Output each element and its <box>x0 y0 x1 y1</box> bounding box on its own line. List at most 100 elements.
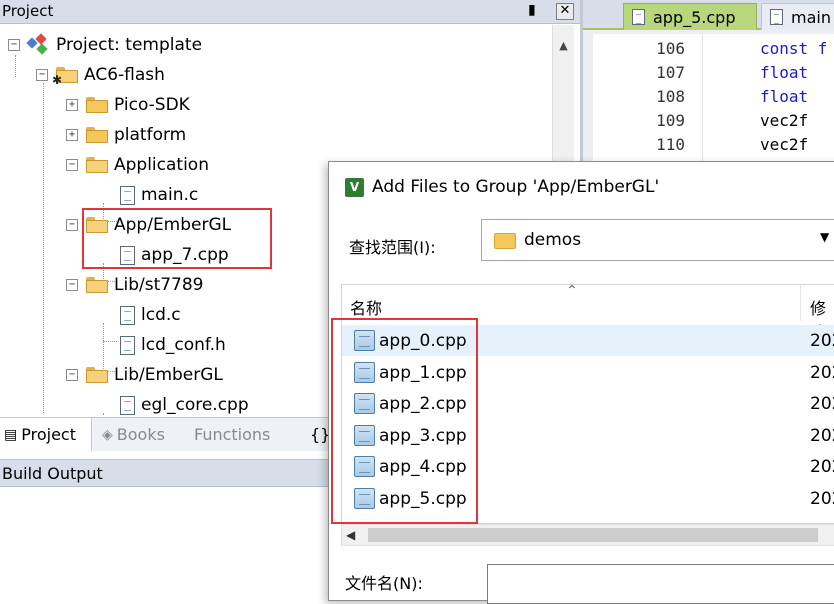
collapse-icon[interactable]: − <box>66 369 78 381</box>
tab-books[interactable]: ◈ Books <box>94 418 184 451</box>
close-pane-button[interactable]: ✕ <box>556 3 574 20</box>
tree-item-label: Application <box>114 155 209 175</box>
tree-item-label: lcd.c <box>141 305 181 325</box>
tab-templates[interactable]: {} <box>306 418 330 451</box>
code-line: float <box>760 87 809 106</box>
collapse-icon[interactable]: − <box>8 39 20 51</box>
build-output-title: Build Output <box>2 464 103 483</box>
scroll-up-arrow-icon[interactable]: ▲ <box>553 35 574 57</box>
tree-item-label: Lib/st7789 <box>114 275 204 295</box>
tree-item-label: main.c <box>141 185 199 205</box>
project-tab-icon: ▤ <box>4 426 18 443</box>
collapse-icon[interactable]: − <box>66 159 78 171</box>
scroll-left-arrow-icon[interactable]: ◀ <box>346 525 355 545</box>
line-number: 108 <box>656 87 685 106</box>
project-pane-title: Project <box>2 2 54 20</box>
editor-tab-label: main <box>791 7 831 27</box>
editor-tab-main[interactable]: main <box>761 3 834 30</box>
look-in-value: demos <box>524 230 582 250</box>
project-icon <box>26 33 50 55</box>
code-line: vec2f <box>760 111 809 130</box>
tab-functions[interactable]: Functions <box>188 418 304 451</box>
tab-label: Functions <box>194 425 271 444</box>
folder-icon <box>86 127 108 143</box>
file-icon <box>120 305 135 325</box>
tree-line <box>103 413 104 415</box>
tree-target[interactable]: − ✱ AC6-flash <box>36 61 165 89</box>
chevron-down-icon[interactable]: ▼ <box>820 230 829 244</box>
collapse-icon[interactable]: − <box>66 279 78 291</box>
tree-file-lcd-c[interactable]: lcd.c <box>120 301 181 329</box>
dialog-titlebar[interactable]: V Add Files to Group 'App/EmberGL' <box>329 162 834 214</box>
tree-item-label: lcd_conf.h <box>141 335 226 355</box>
tree-line <box>43 83 44 413</box>
file-date: 202 <box>810 456 834 477</box>
sort-ascending-icon: ⌃ <box>566 284 578 299</box>
project-bottom-tabs: ▤ Project ◈ Books Functions {} <box>0 417 330 451</box>
pin-icon[interactable]: ▮ <box>528 2 536 18</box>
horizontal-scrollbar[interactable]: ◀ <box>341 524 834 546</box>
line-number: 109 <box>656 111 685 130</box>
tree-item-label: egl_core.cpp <box>141 395 249 415</box>
annotation-highlight-box <box>82 208 272 269</box>
editor-tab-label: app_5.cpp <box>653 7 736 27</box>
open-folder-icon <box>86 367 108 383</box>
editor-tab-app-5-cpp[interactable]: app_5.cpp <box>623 3 757 30</box>
file-date: 202 <box>810 488 834 509</box>
tree-file-main-c[interactable]: main.c <box>120 181 198 209</box>
open-folder-icon <box>86 157 108 173</box>
code-line: float <box>760 63 809 82</box>
tree-root-project[interactable]: − Project: template <box>8 31 202 59</box>
line-number: 107 <box>656 63 685 82</box>
tree-item-label: platform <box>114 125 187 145</box>
tab-label: Books <box>116 425 165 444</box>
file-name-label: 文件名(N): <box>345 574 423 593</box>
file-icon <box>632 9 645 25</box>
file-icon <box>120 335 135 355</box>
project-pane-header: Project ▮ ✕ <box>0 0 580 24</box>
file-date: 202 <box>810 425 834 446</box>
line-number: 110 <box>656 135 685 154</box>
books-icon: ◈ <box>102 426 113 443</box>
tree-folder-pico-sdk[interactable]: + Pico-SDK <box>66 91 190 119</box>
dialog-title: Add Files to Group 'App/EmberGL' <box>372 177 660 197</box>
folder-icon <box>494 231 516 249</box>
keil-app-icon: V <box>345 178 364 197</box>
file-name-input[interactable] <box>487 564 834 604</box>
tree-file-egl-core-cpp[interactable]: egl_core.cpp <box>120 391 249 415</box>
tree-line <box>103 341 117 342</box>
open-folder-icon <box>86 277 108 293</box>
folder-icon <box>86 97 108 113</box>
tree-item-label: Pico-SDK <box>114 95 190 115</box>
expand-icon[interactable]: + <box>66 99 78 111</box>
look-in-dropdown[interactable]: demos ▼ <box>481 219 834 261</box>
tree-folder-lib-st7789[interactable]: − Lib/st7789 <box>66 271 204 299</box>
tab-label: Project <box>21 425 76 444</box>
file-date: 202 <box>810 330 834 351</box>
tree-item-label: Project: template <box>56 35 203 55</box>
scrollbar-thumb[interactable] <box>368 528 818 542</box>
column-header-name[interactable]: 名称 <box>350 295 382 319</box>
file-date: 202 <box>810 362 834 383</box>
look-in-label: 查找范围(I): <box>349 238 436 257</box>
tree-item-label: AC6-flash <box>84 65 165 85</box>
tree-folder-lib-embergl[interactable]: − Lib/EmberGL <box>66 361 223 389</box>
build-output-header: Build Output <box>0 459 328 487</box>
tab-project[interactable]: ▤ Project <box>0 418 92 451</box>
file-icon <box>770 9 783 25</box>
expand-icon[interactable]: + <box>66 129 78 141</box>
line-number: 106 <box>656 39 685 58</box>
collapse-icon[interactable]: − <box>36 69 48 81</box>
tree-item-label: Lib/EmberGL <box>114 365 223 385</box>
code-area[interactable]: 106 const f 107 float 108 float 109 vec2… <box>593 34 834 174</box>
collapse-icon[interactable]: − <box>66 219 78 231</box>
code-line: vec2f <box>760 135 809 154</box>
tree-file-lcd-conf-h[interactable]: lcd_conf.h <box>120 331 226 359</box>
tree-folder-application[interactable]: − Application <box>66 151 209 179</box>
tree-folder-platform[interactable]: + platform <box>66 121 186 149</box>
annotation-highlight-box <box>331 318 478 524</box>
file-icon <box>120 185 135 205</box>
column-divider[interactable] <box>800 285 801 321</box>
file-icon <box>120 395 135 415</box>
target-folder-icon: ✱ <box>52 67 78 87</box>
